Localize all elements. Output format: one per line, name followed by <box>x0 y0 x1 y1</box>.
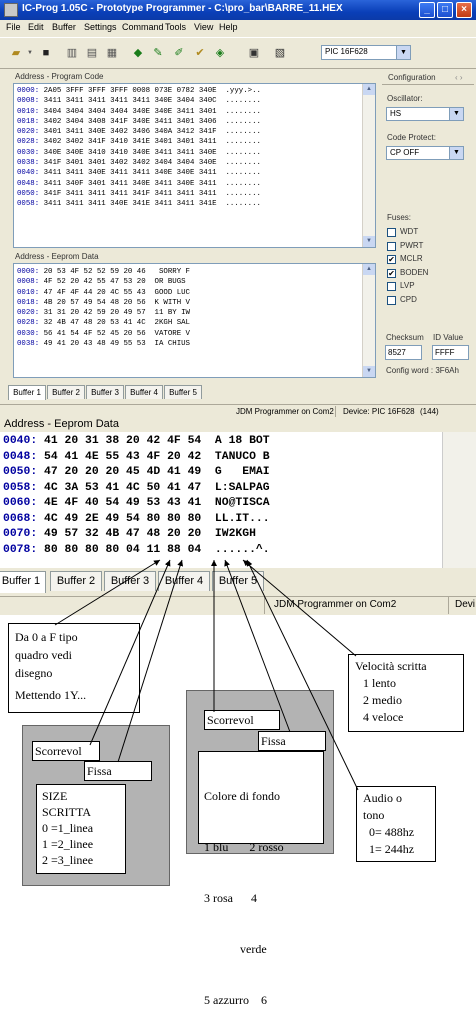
arrow-audio <box>246 559 359 791</box>
note-line: verde <box>204 942 267 956</box>
arrow-velocita <box>242 559 357 657</box>
note-line: 3 rosa 4 <box>204 891 257 905</box>
arrow-scorrevol-1 <box>89 559 171 746</box>
note-line: 5 azzurro 6 <box>204 993 267 1007</box>
arrow-fissa-2 <box>224 559 291 733</box>
arrow-fissa-1 <box>117 559 184 763</box>
annotation-arrows <box>54 559 359 791</box>
arrow-tipo-quadro <box>54 559 161 626</box>
